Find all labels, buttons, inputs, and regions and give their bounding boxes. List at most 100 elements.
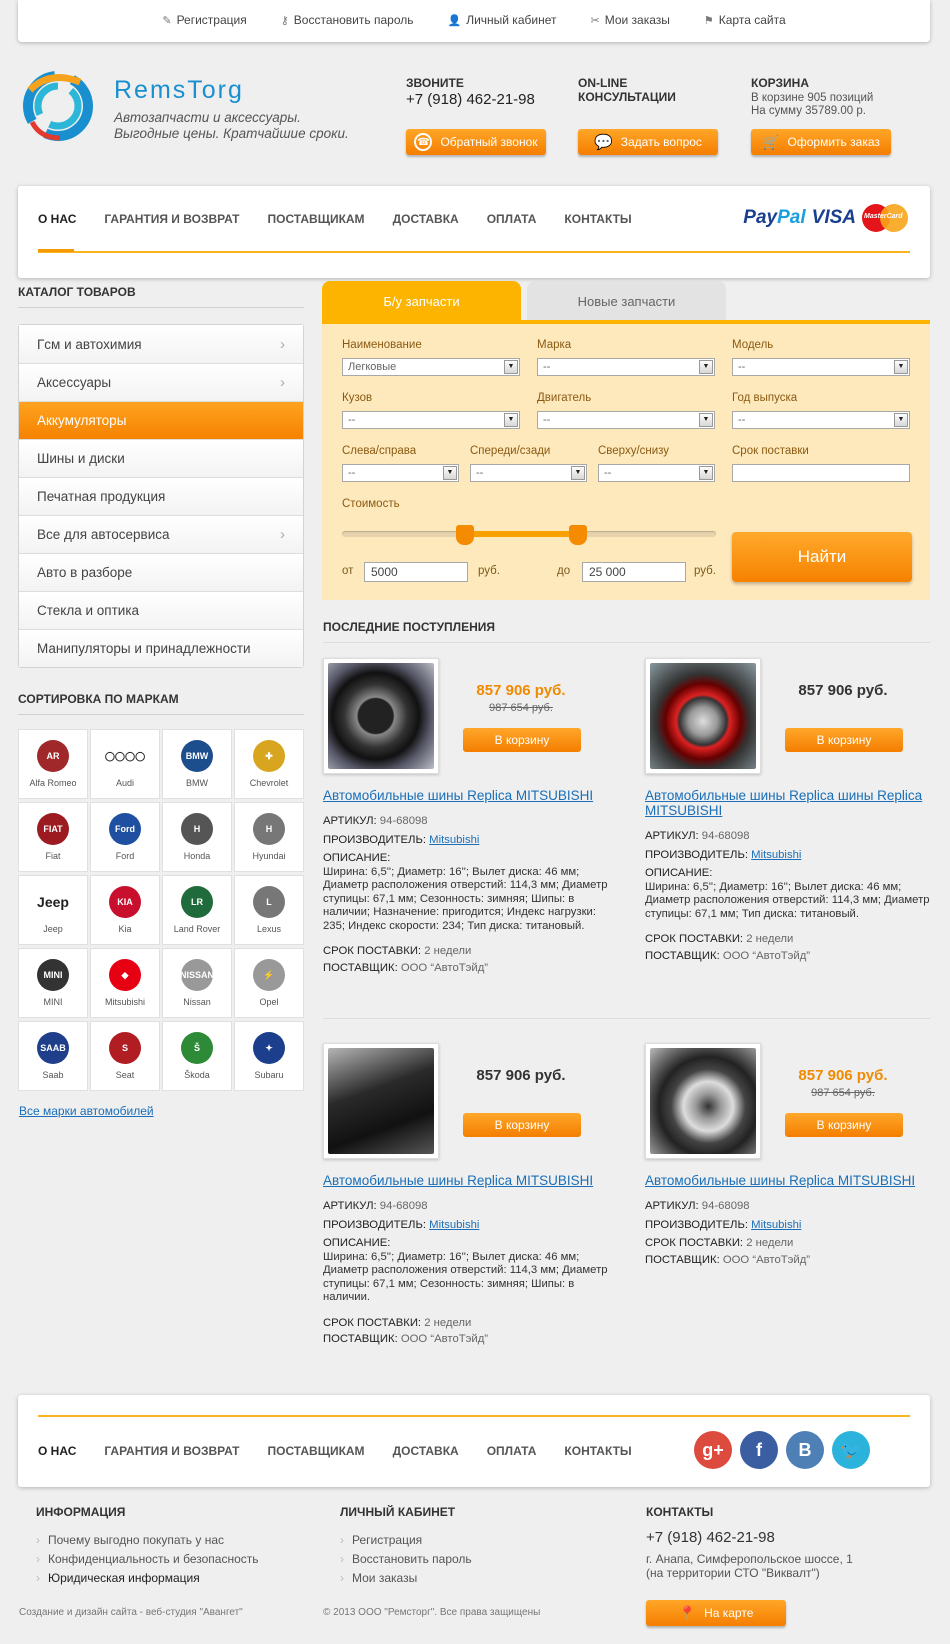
nav-item[interactable]: ОПЛАТА xyxy=(487,1444,537,1458)
topbar-link[interactable]: ⚷ Восстановить пароль xyxy=(281,13,414,27)
product-image[interactable] xyxy=(645,658,761,774)
add-to-cart-button[interactable]: В корзину xyxy=(785,728,903,752)
nav-item[interactable]: КОНТАКТЫ xyxy=(564,212,631,226)
brand-item[interactable]: AR Alfa Romeo xyxy=(18,729,88,799)
brand-item[interactable]: Jeep Jeep xyxy=(18,875,88,945)
brand-item[interactable]: H Honda xyxy=(162,802,232,872)
product-title-link[interactable]: Автомобильные шины Replica шины Replica … xyxy=(645,788,925,818)
model-select[interactable]: -- ▼ xyxy=(732,358,910,376)
twitter-icon[interactable]: 🐦 xyxy=(832,1431,870,1469)
catalog-item[interactable]: Стекла и оптика xyxy=(19,591,303,629)
catalog-item[interactable]: Манипуляторы и принадлежности xyxy=(19,629,303,667)
site-brand[interactable]: RemsTorg xyxy=(114,76,244,105)
price-to-input[interactable]: 25 000 xyxy=(582,562,686,582)
nav-item[interactable]: ОПЛАТА xyxy=(487,212,537,226)
brand-item[interactable]: MINI MINI xyxy=(18,948,88,1018)
brand-item[interactable]: ✚ Chevrolet xyxy=(234,729,304,799)
nav-item[interactable]: ГАРАНТИЯ И ВОЗВРАТ xyxy=(104,1444,239,1458)
brand-item[interactable]: LR Land Rover xyxy=(162,875,232,945)
footer-link[interactable]: › Восстановить пароль xyxy=(340,1550,472,1569)
product-manufacturer-value[interactable]: Mitsubishi xyxy=(429,1219,479,1231)
brand-select[interactable]: -- ▼ xyxy=(537,358,715,376)
catalog-item[interactable]: Аксессуары › xyxy=(19,363,303,401)
topbar-link[interactable]: ⚑ Карта сайта xyxy=(704,13,786,27)
catalog-item[interactable]: Аккумуляторы xyxy=(19,401,303,439)
product-image[interactable] xyxy=(645,1043,761,1159)
product-supplier-label: ПОСТАВЩИК: xyxy=(323,961,398,974)
brand-item[interactable]: H Hyundai xyxy=(234,802,304,872)
callback-button[interactable]: ☎ Обратный звонок xyxy=(406,129,546,155)
footer-link[interactable]: › Конфиденциальность и безопасность xyxy=(36,1550,259,1569)
topbar-link[interactable]: ✎ Регистрация xyxy=(162,13,246,27)
brand-item[interactable]: ⚡ Opel xyxy=(234,948,304,1018)
nav-item[interactable]: ПОСТАВЩИКАМ xyxy=(267,212,364,226)
catalog-item[interactable]: Шины и диски xyxy=(19,439,303,477)
checkout-button[interactable]: 🛒 Оформить заказ xyxy=(751,129,891,155)
topbar-link[interactable]: ✂ Мои заказы xyxy=(590,13,669,27)
price-from-input[interactable]: 5000 xyxy=(364,562,468,582)
body-select[interactable]: -- ▼ xyxy=(342,411,520,429)
brand-item[interactable]: BMW BMW xyxy=(162,729,232,799)
add-to-cart-button[interactable]: В корзину xyxy=(785,1113,903,1137)
nav-item[interactable]: О НАС xyxy=(38,1444,76,1458)
nav-item[interactable]: ГАРАНТИЯ И ВОЗВРАТ xyxy=(104,212,239,226)
site-credit[interactable]: Создание и дизайн сайта - веб-студия "Ав… xyxy=(19,1607,243,1618)
cart-title: КОРЗИНА xyxy=(751,76,809,90)
nav-item[interactable]: КОНТАКТЫ xyxy=(564,1444,631,1458)
engine-select[interactable]: -- ▼ xyxy=(537,411,715,429)
left-right-select[interactable]: -- ▼ xyxy=(342,464,459,482)
brand-item[interactable]: Ford Ford xyxy=(90,802,160,872)
add-to-cart-button[interactable]: В корзину xyxy=(463,1113,581,1137)
brand-item[interactable]: L Lexus xyxy=(234,875,304,945)
brand-item[interactable]: ◯◯◯◯ Audi xyxy=(90,729,160,799)
find-button[interactable]: Найти xyxy=(732,532,912,582)
price-slider[interactable] xyxy=(342,525,716,545)
product-image[interactable] xyxy=(323,658,439,774)
nav-item[interactable]: ПОСТАВЩИКАМ xyxy=(267,1444,364,1458)
google-plus-icon[interactable]: g+ xyxy=(694,1431,732,1469)
product-image[interactable] xyxy=(323,1043,439,1159)
brand-item[interactable]: ◆ Mitsubishi xyxy=(90,948,160,1018)
name-select[interactable]: Легковые ▼ xyxy=(342,358,520,376)
vk-icon[interactable]: B xyxy=(786,1431,824,1469)
product-manufacturer-value[interactable]: Mitsubishi xyxy=(751,849,801,861)
brand-item[interactable]: FIAT Fiat xyxy=(18,802,88,872)
nav-item[interactable]: О НАС xyxy=(38,212,76,226)
brand-item[interactable]: Š Škoda xyxy=(162,1021,232,1091)
footer-link[interactable]: › Мои заказы xyxy=(340,1569,472,1588)
add-to-cart-button[interactable]: В корзину xyxy=(463,728,581,752)
tab-new-parts[interactable]: Новые запчасти xyxy=(527,281,726,321)
product-manufacturer-value[interactable]: Mitsubishi xyxy=(751,1219,801,1231)
footer-link[interactable]: › Регистрация xyxy=(340,1531,472,1550)
year-select[interactable]: -- ▼ xyxy=(732,411,910,429)
brand-item[interactable]: S Seat xyxy=(90,1021,160,1091)
catalog-item[interactable]: Гсм и автохимия › xyxy=(19,325,303,363)
map-button[interactable]: 📍 На карте xyxy=(646,1600,786,1626)
catalog-item[interactable]: Авто в разборе xyxy=(19,553,303,591)
product-manufacturer-value[interactable]: Mitsubishi xyxy=(429,834,479,846)
logo-icon[interactable] xyxy=(20,70,98,142)
product-title-link[interactable]: Автомобильные шины Replica MITSUBISHI xyxy=(323,1173,603,1188)
ask-question-button[interactable]: 💬 Задать вопрос xyxy=(578,129,718,155)
nav-item[interactable]: ДОСТАВКА xyxy=(393,1444,459,1458)
facebook-icon[interactable]: f xyxy=(740,1431,778,1469)
footer-link[interactable]: › Почему выгодно покупать у нас xyxy=(36,1531,259,1550)
brand-item[interactable]: ✦ Subaru xyxy=(234,1021,304,1091)
price-slider-min-handle[interactable] xyxy=(456,525,475,545)
all-brands-link[interactable]: Все марки автомобилей xyxy=(19,1104,154,1118)
topbar-link[interactable]: 👤 Личный кабинет xyxy=(447,13,556,27)
catalog-item[interactable]: Все для автосервиса › xyxy=(19,515,303,553)
brand-item[interactable]: SAAB Saab xyxy=(18,1021,88,1091)
brand-item[interactable]: NISSAN Nissan xyxy=(162,948,232,1018)
product-title-link[interactable]: Автомобильные шины Replica MITSUBISHI xyxy=(645,1173,925,1188)
catalog-item[interactable]: Печатная продукция xyxy=(19,477,303,515)
tab-used-parts[interactable]: Б/у запчасти xyxy=(322,281,521,321)
front-back-select[interactable]: -- ▼ xyxy=(470,464,587,482)
top-bottom-select[interactable]: -- ▼ xyxy=(598,464,715,482)
brand-item[interactable]: KIA Kia xyxy=(90,875,160,945)
delivery-term-input[interactable] xyxy=(732,464,910,482)
price-slider-max-handle[interactable] xyxy=(568,525,587,545)
nav-item[interactable]: ДОСТАВКА xyxy=(393,212,459,226)
footer-link[interactable]: › Юридическая информация xyxy=(36,1569,259,1588)
product-title-link[interactable]: Автомобильные шины Replica MITSUBISHI xyxy=(323,788,603,803)
